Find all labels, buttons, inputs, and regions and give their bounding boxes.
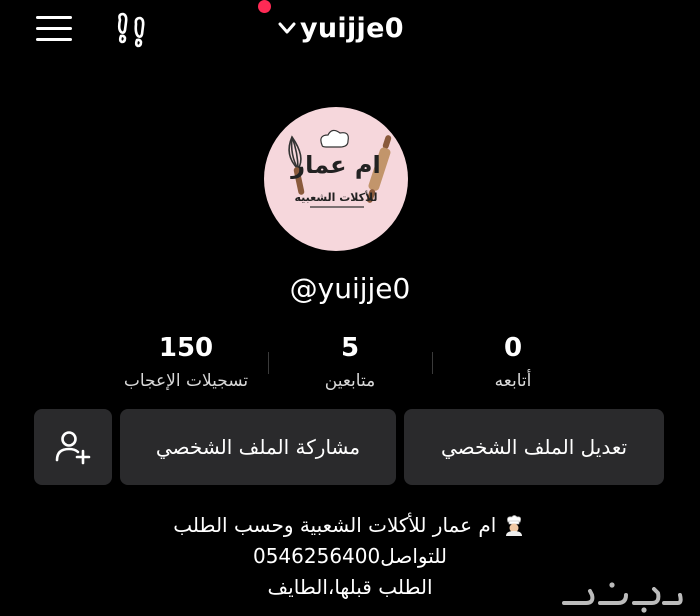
haraj-watermark-logo: [562, 582, 683, 613]
stat-followers-label: متابعين: [324, 371, 376, 391]
bio-line-1: ام عمار للأكلات الشعبية وحسب الطلب: [0, 510, 700, 541]
account-switcher[interactable]: yuijje0: [276, 8, 404, 48]
bio-line-1-text: ام عمار للأكلات الشعبية وحسب الطلب: [173, 513, 497, 537]
stat-following-label: أتابعه: [494, 371, 532, 391]
notification-dot: [258, 0, 271, 13]
header-username: yuijje0: [300, 12, 404, 44]
avatar-title: ام عمار: [291, 151, 381, 179]
add-friend-button[interactable]: [34, 409, 112, 485]
edit-profile-button[interactable]: تعديل الملف الشخصي: [404, 409, 664, 485]
stat-following[interactable]: 0 أتابعه: [433, 332, 593, 392]
stat-likes-label: تسجيلات الإعجاب: [123, 371, 249, 391]
avatar[interactable]: ام عمار للأكلات الشعبيه: [264, 107, 408, 251]
stat-followers[interactable]: 5 متابعين: [270, 332, 430, 392]
chevron-down-icon: [278, 22, 296, 34]
chef-icon: [505, 515, 522, 536]
whisk-rolling-pin-icon: [288, 129, 392, 208]
footprints-icon[interactable]: [112, 10, 152, 50]
add-user-icon: [55, 431, 91, 465]
menu-icon[interactable]: [36, 16, 72, 42]
bio-line-2: للتواصل0546256400: [252, 544, 448, 568]
stat-divider: [268, 352, 269, 374]
stat-likes[interactable]: 150 تسجيلات الإعجاب: [106, 332, 266, 392]
stat-likes-value: 150: [158, 333, 214, 363]
profile-handle: @yuijje0: [289, 272, 411, 305]
stat-following-value: 0: [503, 333, 523, 363]
avatar-subtitle: للأكلات الشعبيه: [294, 191, 378, 204]
share-profile-button[interactable]: مشاركة الملف الشخصي: [120, 409, 396, 485]
stat-followers-value: 5: [340, 333, 360, 363]
top-bar: yuijje0: [0, 0, 700, 68]
